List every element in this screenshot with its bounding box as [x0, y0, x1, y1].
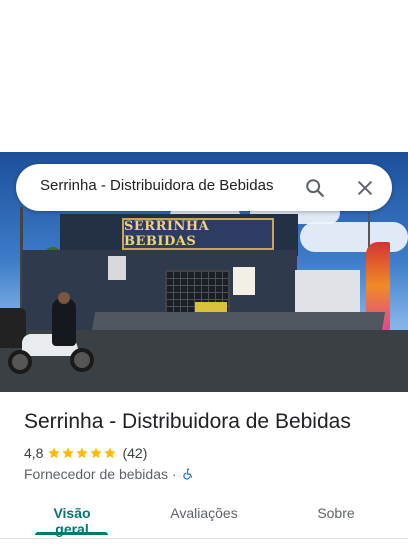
- star-icon: [48, 447, 61, 459]
- active-tab-indicator: [35, 532, 108, 535]
- tab-reviews[interactable]: Avaliações: [160, 505, 248, 521]
- star-icon: [76, 447, 89, 459]
- wheelchair-icon: [182, 468, 192, 480]
- cloud: [300, 222, 408, 252]
- star-icon: [62, 447, 75, 459]
- tab-about[interactable]: Sobre: [308, 505, 364, 521]
- tabs-divider: [0, 538, 408, 539]
- star-rating: [47, 446, 117, 460]
- rider-head: [58, 292, 70, 304]
- star-icon: [90, 447, 103, 459]
- store-sign-text: SERRINHA BEBIDAS: [124, 219, 210, 249]
- search-icon[interactable]: [302, 175, 328, 201]
- star-icon: [104, 447, 117, 459]
- close-icon[interactable]: [352, 175, 378, 201]
- rating-value: 4,8: [24, 445, 44, 461]
- search-input[interactable]: Serrinha - Distribuidora de Bebidas: [40, 177, 273, 194]
- store-sign: SERRINHA BEBIDAS: [122, 218, 274, 250]
- rating-row[interactable]: 4,8 (42): [24, 444, 147, 462]
- search-bar[interactable]: Serrinha - Distribuidora de Bebidas: [16, 164, 392, 211]
- top-blank-area: [0, 0, 408, 152]
- motorcycle: [8, 324, 94, 376]
- review-count[interactable]: (42): [122, 445, 147, 461]
- place-tabs: Visão geral Avaliações Sobre: [0, 496, 408, 537]
- ac-unit: [108, 256, 126, 280]
- separator-dot: ·: [172, 466, 177, 482]
- place-category: Fornecedor de bebidas: [24, 466, 168, 482]
- place-name: Serrinha - Distribuidora de Bebidas: [24, 410, 351, 433]
- wall-poster: [233, 267, 255, 295]
- rider: [52, 298, 76, 346]
- category-row: Fornecedor de bebidas ·: [24, 465, 194, 483]
